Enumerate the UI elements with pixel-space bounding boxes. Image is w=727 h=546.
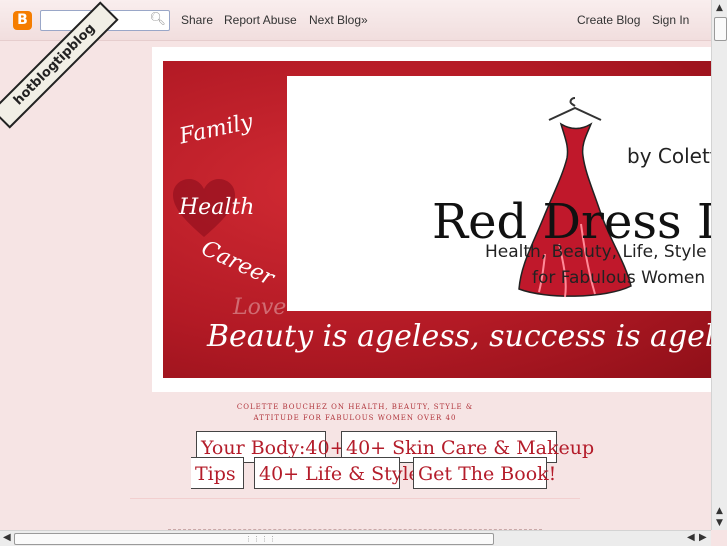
art-word-career: Career bbox=[197, 235, 278, 292]
header-tagline: Beauty is ageless, success is ageless, f… bbox=[207, 319, 727, 354]
header-image[interactable]: Family Health Career Love by Colette Red… bbox=[163, 61, 727, 378]
blog-subtitle-line-2: for Fabulous Women 40 bbox=[532, 268, 727, 288]
art-word-family: Family bbox=[177, 109, 256, 150]
create-blog-link[interactable]: Create Blog bbox=[577, 13, 640, 27]
horizontal-scroll-thumb[interactable]: ⋮⋮⋮⋮ bbox=[14, 533, 494, 545]
scroll-left-arrow-icon[interactable]: ◀ bbox=[687, 532, 695, 543]
art-word-health: Health bbox=[179, 195, 255, 220]
tab-get-the-book[interactable]: Get The Book! bbox=[413, 457, 556, 489]
share-link[interactable]: Share bbox=[181, 13, 213, 27]
scroll-up-arrow-icon[interactable]: ▲ bbox=[716, 506, 723, 516]
art-word-love: Love bbox=[233, 295, 287, 320]
vertical-scrollbar[interactable]: ▲ ▲ ▼ bbox=[711, 0, 727, 530]
next-blog-link[interactable]: Next Blog» bbox=[309, 13, 368, 27]
blog-subtitle-line-1: Health, Beauty, Life, Style & A bbox=[485, 242, 727, 262]
scroll-grip-icon: ⋮⋮⋮⋮ bbox=[245, 535, 277, 543]
scroll-down-arrow-icon[interactable]: ▼ bbox=[716, 518, 723, 528]
blog-description: COLETTE BOUCHEZ ON HEALTH, BEAUTY, STYLE… bbox=[236, 403, 474, 422]
tab-skin-care-makeup-continued[interactable]: Tips bbox=[191, 457, 244, 489]
scroll-right-arrow-icon[interactable]: ▶ bbox=[699, 532, 707, 543]
scroll-left-arrow-icon[interactable]: ◀ bbox=[3, 532, 11, 543]
horizontal-scrollbar[interactable]: ◀ ⋮⋮⋮⋮ ◀ ▶ bbox=[0, 530, 711, 546]
vertical-scroll-thumb[interactable] bbox=[714, 17, 727, 41]
report-abuse-link[interactable]: Report Abuse bbox=[224, 13, 297, 27]
blogger-logo-icon[interactable]: B bbox=[13, 11, 32, 30]
divider bbox=[130, 498, 580, 499]
tab-life-style[interactable]: 40+ Life & Style bbox=[254, 457, 420, 489]
search-icon[interactable]: 🔍︎ bbox=[149, 12, 166, 27]
sign-in-link[interactable]: Sign In bbox=[652, 13, 689, 27]
title-panel: by Colette Red Dress D Health, Beauty, L… bbox=[287, 76, 727, 311]
scroll-up-arrow-icon[interactable]: ▲ bbox=[716, 3, 723, 13]
